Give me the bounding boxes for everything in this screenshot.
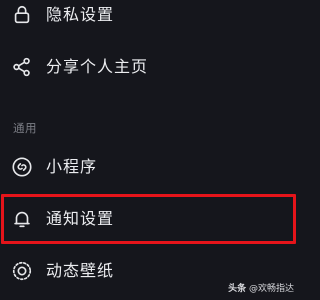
watermark-brand: 头条 [228,284,247,294]
lock-icon [11,4,33,26]
share-profile-label: 分享个人主页 [46,57,149,76]
watermark-author: @欢畅指达 [248,284,294,294]
privacy-settings-label: 隐私设置 [46,5,115,24]
live-wallpaper-label: 动态壁纸 [46,261,115,280]
general-section-header: 通用 [13,121,37,135]
share-icon [11,56,33,78]
mini-program-label: 小程序 [46,157,98,176]
privacy-settings-item[interactable]: 隐私设置 [0,0,300,41]
notification-settings-label: 通知设置 [46,209,115,228]
notification-settings-item[interactable]: 通知设置 [0,193,300,245]
settings-screen: 隐私设置 分享个人主页 通用 小程序 通知设置 动态壁纸 头条 @欢畅指达 [0,0,300,300]
mini-program-item[interactable]: 小程序 [0,141,300,193]
share-profile-item[interactable]: 分享个人主页 [0,41,300,93]
live-wallpaper-icon [11,260,33,282]
watermark: 头条 @欢畅指达 [228,284,294,295]
link-icon [11,156,33,178]
bell-icon [11,208,33,230]
